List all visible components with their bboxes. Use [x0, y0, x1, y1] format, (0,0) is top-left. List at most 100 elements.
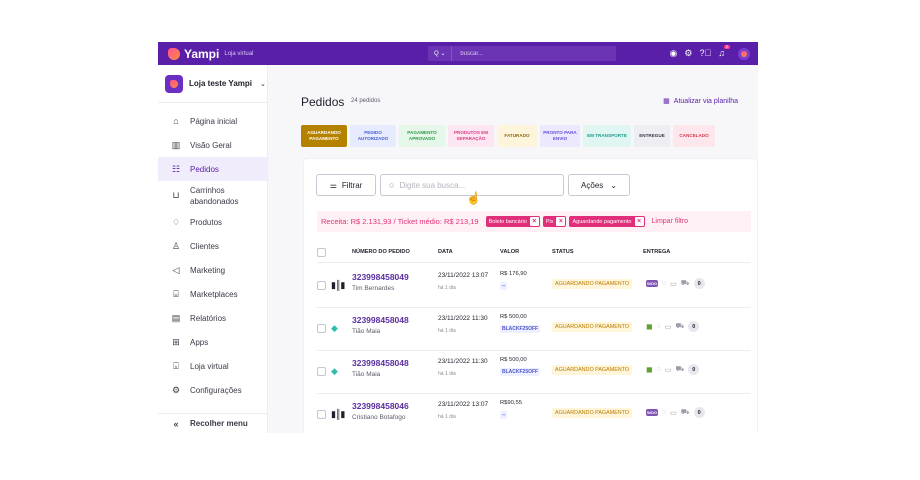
status-chip[interactable]: Pagamento aprovado: [399, 125, 445, 147]
interaction-count: 0: [688, 321, 700, 332]
orders-search-input[interactable]: [399, 180, 550, 190]
search-scope-select[interactable]: Q ⌄: [428, 46, 453, 61]
sidebar-item-marketing[interactable]: ◁ Marketing: [158, 258, 267, 282]
whatsapp-icon[interactable]: ◌: [657, 366, 661, 373]
status-chip[interactable]: Faturado: [497, 125, 537, 147]
truck-icon[interactable]: ⛟: [675, 322, 684, 331]
status-chip[interactable]: Cancelado: [673, 125, 715, 147]
avatar[interactable]: [738, 47, 750, 60]
table-row[interactable]: ▮║▮ 323998458049 Tim Bernardes 23/11/2022 1…: [317, 265, 751, 308]
column-header: Data: [438, 249, 453, 255]
select-all-checkbox[interactable]: [317, 248, 326, 257]
store-name: Loja teste Yampi: [189, 79, 252, 88]
spreadsheet-icon: ▦: [663, 98, 670, 105]
status-badge: Aguardando pagamento: [552, 408, 633, 418]
copy-icon[interactable]: ▭: [670, 409, 677, 417]
help-icon[interactable]: ?⃝: [699, 49, 711, 58]
cart-icon: ⊔: [172, 190, 180, 200]
status-chip[interactable]: Em transporte: [583, 125, 631, 147]
eye-icon[interactable]: ◉: [670, 49, 678, 58]
status-chip[interactable]: Pronto para envio: [540, 125, 580, 147]
order-value: R$90,55: [500, 400, 522, 406]
truck-icon[interactable]: ⛟: [675, 365, 684, 374]
gear-icon[interactable]: ⚙: [684, 49, 692, 58]
delivery-cell: ◼ ◌ ▭ ⛟ 0: [646, 364, 700, 375]
row-checkbox[interactable]: [317, 410, 326, 419]
customer-name: Tião Maia: [352, 371, 381, 378]
sliders-icon: ⚌: [329, 180, 337, 190]
sidebar-item-clientes[interactable]: ♙ Clientes: [158, 234, 267, 258]
whatsapp-icon[interactable]: ◌: [662, 409, 666, 416]
sidebar-item-pedidos[interactable]: ☷ Pedidos: [158, 157, 267, 181]
table-row[interactable]: ▮║▮ 323998458046 Cristiano Botafogo 23/11/2…: [317, 394, 751, 433]
coupon-badge: --: [500, 282, 508, 290]
order-age: há 1 dia: [438, 414, 456, 420]
yampi-logo-icon: [168, 47, 180, 60]
row-checkbox[interactable]: [317, 324, 326, 333]
status-chip[interactable]: Pedido autorizado: [350, 125, 396, 147]
collapse-menu-label: Recolher menu: [190, 419, 248, 428]
store-switcher[interactable]: Loja teste Yampi ⌄: [158, 65, 267, 103]
main-content: Pedidos 24 pedidos ▦ Atualizar via plani…: [268, 65, 758, 433]
collapse-menu-button[interactable]: « Recolher menu: [158, 413, 268, 433]
global-search[interactable]: Q ⌄: [428, 46, 616, 61]
page-title: Pedidos: [301, 95, 345, 109]
settings-icon: ⚙: [171, 384, 181, 395]
order-date: 23/11/2022 13:07: [438, 401, 489, 408]
filter-button[interactable]: ⚌ Filtrar: [316, 174, 376, 196]
row-checkbox[interactable]: [317, 281, 326, 290]
whatsapp-icon[interactable]: ◌: [657, 323, 661, 330]
global-search-input[interactable]: [452, 50, 573, 57]
order-number[interactable]: 323998458048: [352, 315, 409, 325]
apps-icon: ⊞: [172, 336, 180, 347]
sidebar-item-relatorios[interactable]: ▤ Relatórios: [158, 306, 267, 330]
bell-icon[interactable]: ♫ 2: [718, 45, 730, 58]
sidebar-item-visao-geral[interactable]: ▥ Visão Geral: [158, 133, 267, 157]
sidebar-item-label: Página inicial: [190, 116, 238, 126]
row-checkbox[interactable]: [317, 367, 326, 376]
status-chip[interactable]: Produtos em separação: [448, 125, 494, 147]
copy-icon[interactable]: ▭: [665, 323, 672, 331]
update-via-spreadsheet-link[interactable]: ▦ Atualizar via planilha: [663, 97, 738, 106]
remove-filter-icon[interactable]: ×: [556, 217, 566, 226]
order-number[interactable]: 323998458046: [352, 401, 409, 411]
sidebar-item-loja-virtual[interactable]: ⌺ Loja virtual: [158, 354, 267, 378]
brand-name: Yampi: [184, 46, 220, 61]
interaction-count: 0: [688, 364, 700, 375]
sidebar-item-carrinhos[interactable]: ⊔ Carrinhos abandonados: [158, 181, 267, 210]
customer-name: Tim Bernardes: [352, 285, 395, 292]
chevron-down-icon: ⌄: [260, 80, 266, 88]
remove-filter-icon[interactable]: ×: [529, 217, 539, 226]
actions-dropdown[interactable]: Ações ⌄: [568, 174, 630, 196]
column-header: Número do pedido: [352, 249, 410, 255]
table-row[interactable]: ◆ 323998458048 Tião Maia 23/11/2022 11:30 há…: [317, 308, 751, 351]
status-chip[interactable]: Entregue: [634, 125, 670, 147]
sidebar-item-configuracoes[interactable]: ⚙ Configurações: [158, 378, 267, 402]
truck-icon[interactable]: ⛟: [681, 279, 690, 288]
orders-icon: ☷: [171, 163, 181, 174]
clear-filter-link[interactable]: Limpar filtro: [652, 218, 689, 225]
pix-icon: ◆: [331, 366, 338, 376]
table-row[interactable]: ◆ 323998458048 Tião Maia 23/11/2022 11:30 há…: [317, 351, 751, 394]
order-number[interactable]: 323998458048: [352, 358, 409, 368]
sidebar-item-marketplaces[interactable]: ⌸ Marketplaces: [158, 282, 267, 306]
remove-filter-icon[interactable]: ×: [634, 217, 644, 226]
order-number[interactable]: 323998458049: [352, 272, 409, 282]
copy-icon[interactable]: ▭: [670, 280, 677, 288]
hand-cursor-icon: ☝: [466, 191, 481, 205]
double-chevron-left-icon: «: [173, 418, 179, 429]
barcode-icon: ▮║▮: [331, 409, 345, 419]
sidebar-item-apps[interactable]: ⊞ Apps: [158, 330, 267, 354]
brand[interactable]: Yampi Loja virtual: [168, 47, 253, 61]
coupon-badge: BLACKF25OFF: [500, 325, 541, 333]
copy-icon[interactable]: ▭: [665, 366, 672, 374]
filter-tag-label: Boleto bancário: [488, 218, 527, 225]
store-logo-icon: [165, 74, 183, 93]
sidebar-item-pagina-inicial[interactable]: ⌂ Página inicial: [158, 109, 267, 133]
sidebar-item-produtos[interactable]: ♢ Produtos: [158, 210, 267, 234]
truck-icon[interactable]: ⛟: [681, 408, 690, 417]
whatsapp-icon[interactable]: ◌: [662, 280, 666, 287]
actions-label: Ações: [581, 180, 604, 190]
order-value: R$ 176,90: [500, 271, 527, 277]
status-chip[interactable]: Aguardando pagamento: [301, 125, 347, 147]
